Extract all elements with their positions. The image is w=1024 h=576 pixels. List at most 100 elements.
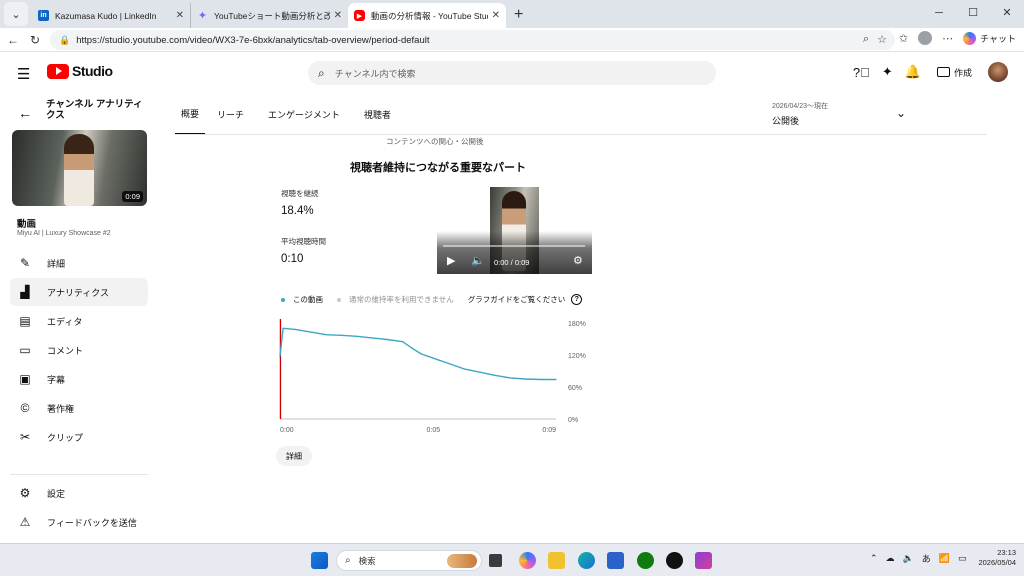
- wifi-icon[interactable]: 📶: [939, 553, 950, 564]
- video-thumbnail[interactable]: 0:09: [12, 130, 147, 206]
- studio-logo[interactable]: Studio: [47, 63, 113, 79]
- video-player[interactable]: ▶ 🔈 0:00 / 0:09 ⚙: [437, 187, 592, 274]
- hamburger-menu-icon[interactable]: ☰: [17, 65, 30, 83]
- search-icon: ⌕: [318, 65, 325, 80]
- player-settings-icon[interactable]: ⚙: [573, 254, 583, 267]
- tab-audience[interactable]: 視聴者: [352, 93, 403, 135]
- data-point: [325, 334, 327, 336]
- channel-search-input[interactable]: ⌕ チャンネル内で検索: [308, 61, 716, 85]
- details-button[interactable]: 詳細: [276, 446, 312, 466]
- metric-value-avg-view: 0:10: [281, 253, 304, 265]
- sidebar-item-subtitles[interactable]: ▣ 字幕: [10, 365, 148, 393]
- zoom-icon[interactable]: ⌕: [863, 33, 869, 46]
- more-menu-icon[interactable]: ⋯: [942, 32, 953, 45]
- series-line-this-video: [279, 327, 556, 381]
- x-tick-label: 0:00: [280, 427, 294, 434]
- site-info-icon[interactable]: 🔒: [59, 35, 70, 46]
- data-point: [386, 338, 388, 341]
- tab-engagement[interactable]: エンゲージメント: [256, 93, 352, 135]
- chatgpt-icon[interactable]: [666, 552, 683, 569]
- clipchamp-icon[interactable]: [695, 552, 712, 569]
- volume-icon[interactable]: 🔈: [471, 254, 485, 267]
- thumbnail-person: [64, 134, 94, 206]
- sparkle-icon: ✦: [197, 10, 208, 22]
- minimize-icon[interactable]: ─: [922, 0, 956, 26]
- ime-indicator[interactable]: あ: [922, 552, 931, 565]
- browser-tab-studio[interactable]: ▶ 動画の分析情報 - YouTube Studio ✕: [348, 3, 506, 28]
- windows-start-icon[interactable]: [311, 552, 328, 569]
- close-tab-icon[interactable]: ✕: [492, 10, 500, 21]
- y-tick-label: 180%: [568, 321, 586, 328]
- sidebar-item-copyright[interactable]: © 著作権: [10, 394, 148, 422]
- notifications-bell-icon[interactable]: 🔔: [905, 64, 921, 80]
- sidebar-item-details[interactable]: ✎ 詳細: [10, 249, 148, 277]
- sidebar-item-feedback[interactable]: ⚠ フィードバックを送信: [10, 508, 148, 536]
- data-point: [524, 378, 526, 380]
- pencil-icon: ✎: [19, 256, 31, 270]
- reload-icon[interactable]: ↻: [24, 33, 46, 47]
- url-field[interactable]: 🔒 https://studio.youtube.com/video/WX3-7…: [50, 30, 895, 50]
- data-point: [420, 353, 422, 355]
- data-point: [371, 337, 373, 339]
- sidebar-item-analytics[interactable]: ▟ アナリティクス: [10, 278, 148, 306]
- data-point: [494, 374, 496, 376]
- data-point: [279, 355, 281, 357]
- sidebar-item-editor[interactable]: ▤ エディタ: [10, 307, 148, 335]
- create-button[interactable]: 作成: [933, 64, 976, 81]
- tab-reach[interactable]: リーチ: [205, 93, 256, 135]
- help-icon[interactable]: ?⃝: [853, 65, 870, 80]
- speaker-icon[interactable]: 🔈: [902, 553, 913, 564]
- retention-chart[interactable]: 180% 120% 60% 0% 0:00 0:05 0:09: [276, 315, 596, 435]
- favorite-star-icon[interactable]: ☆: [877, 33, 887, 46]
- data-point: [478, 371, 480, 373]
- linkedin-icon: in: [38, 10, 49, 21]
- progress-bar[interactable]: [443, 245, 585, 247]
- favorites-icon[interactable]: ✩: [899, 32, 908, 45]
- help-icon[interactable]: ?: [571, 294, 583, 305]
- browser-tab-gemini[interactable]: ✦ YouTubeショート動画分析と改善提案 ✕: [190, 3, 348, 28]
- data-point: [340, 334, 342, 336]
- sidebar-item-settings[interactable]: ⚙ 設定: [10, 479, 148, 507]
- clock[interactable]: 23:13 2026/05/04: [978, 548, 1016, 568]
- tab-overview[interactable]: 概要: [175, 93, 206, 135]
- sidebar-item-comments[interactable]: ▭ コメント: [10, 336, 148, 364]
- browser-tab-linkedin[interactable]: in Kazumasa Kudo | LinkedIn ✕: [32, 3, 190, 28]
- copyright-icon: ©: [20, 401, 30, 415]
- editor-icon: ▤: [19, 314, 31, 328]
- task-view-icon[interactable]: [489, 554, 502, 567]
- chevron-up-icon[interactable]: ⌃: [870, 553, 878, 564]
- file-explorer-icon[interactable]: [548, 552, 565, 569]
- cloud-icon[interactable]: ☁: [885, 553, 894, 564]
- avatar[interactable]: [988, 62, 1008, 82]
- data-point: [294, 328, 296, 330]
- back-arrow-icon[interactable]: ←: [2, 33, 24, 47]
- maximize-icon[interactable]: ☐: [956, 0, 990, 26]
- close-tab-icon[interactable]: ✕: [176, 10, 184, 21]
- data-point: [432, 357, 434, 359]
- sparkle-icon[interactable]: ✦: [882, 64, 893, 80]
- tab-actions-menu[interactable]: ⌄: [4, 2, 28, 26]
- edge-icon[interactable]: [578, 552, 595, 569]
- taskbar-search[interactable]: ⌕ 検索: [336, 550, 482, 571]
- graph-guide-link[interactable]: グラフガイドをご覧ください: [468, 294, 566, 305]
- channel-analytics-title: チャンネル アナリティクス: [46, 99, 143, 121]
- data-point: [540, 378, 542, 381]
- scissors-icon: ✂: [19, 430, 31, 444]
- legend-typical: 通常の維持率を利用できません: [337, 294, 454, 305]
- data-point: [411, 347, 413, 349]
- play-icon[interactable]: ▶: [447, 254, 455, 267]
- close-window-icon[interactable]: ✕: [990, 0, 1024, 26]
- battery-icon[interactable]: ▭: [958, 553, 967, 564]
- sidebar-item-clips[interactable]: ✂ クリップ: [10, 423, 148, 451]
- copilot-button[interactable]: チャット: [963, 31, 1016, 45]
- xbox-icon[interactable]: [637, 552, 654, 569]
- store-icon[interactable]: [607, 552, 624, 569]
- date-range-selector[interactable]: 2026/04/23～現在 公開後 ⌄: [772, 101, 912, 127]
- close-tab-icon[interactable]: ✕: [334, 10, 342, 21]
- copilot-icon[interactable]: [519, 552, 536, 569]
- new-tab-button[interactable]: +: [514, 6, 523, 24]
- data-point: [555, 378, 557, 381]
- profile-icon[interactable]: [918, 31, 933, 45]
- video-camera-icon: [936, 67, 950, 77]
- back-arrow-icon[interactable]: ←: [18, 105, 32, 121]
